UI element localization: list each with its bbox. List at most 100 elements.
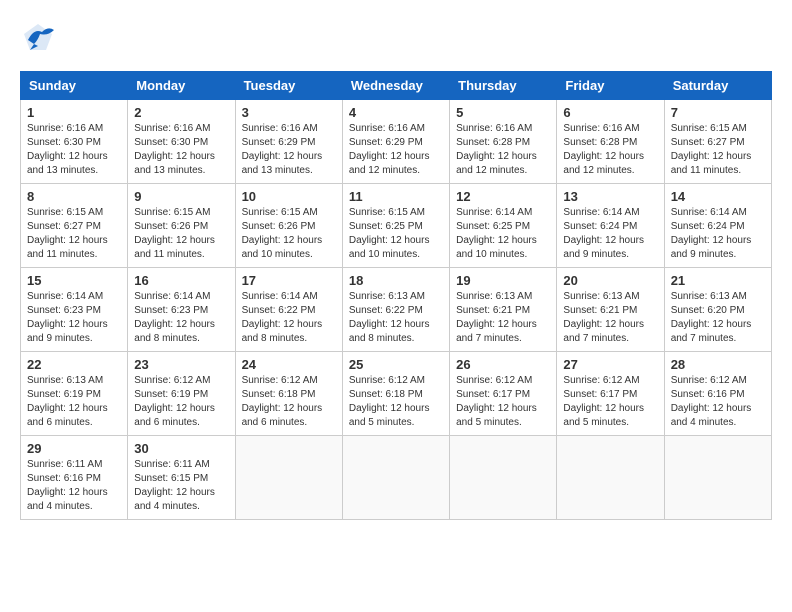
day-info: Sunrise: 6:12 AM Sunset: 6:19 PM Dayligh… [134, 374, 228, 430]
daylight-label: Daylight: 12 hours and 13 minutes. [134, 151, 215, 176]
day-cell-1: 1 Sunrise: 6:16 AM Sunset: 6:30 PM Dayli… [21, 100, 128, 184]
sunrise-label: Sunrise: 6:13 AM [456, 291, 532, 302]
sunrise-label: Sunrise: 6:11 AM [27, 459, 102, 470]
sunset-label: Sunset: 6:19 PM [27, 389, 101, 400]
day-info: Sunrise: 6:11 AM Sunset: 6:15 PM Dayligh… [134, 458, 228, 514]
day-number: 28 [671, 357, 765, 372]
empty-cell [235, 436, 342, 520]
calendar-week-3: 15 Sunrise: 6:14 AM Sunset: 6:23 PM Dayl… [21, 268, 772, 352]
day-number: 14 [671, 189, 765, 204]
daylight-label: Daylight: 12 hours and 12 minutes. [456, 151, 537, 176]
header-saturday: Saturday [664, 72, 771, 100]
day-info: Sunrise: 6:12 AM Sunset: 6:17 PM Dayligh… [456, 374, 550, 430]
sunset-label: Sunset: 6:17 PM [563, 389, 637, 400]
day-info: Sunrise: 6:15 AM Sunset: 6:26 PM Dayligh… [134, 206, 228, 262]
day-info: Sunrise: 6:13 AM Sunset: 6:20 PM Dayligh… [671, 290, 765, 346]
day-info: Sunrise: 6:15 AM Sunset: 6:27 PM Dayligh… [671, 122, 765, 178]
sunrise-label: Sunrise: 6:16 AM [456, 123, 532, 134]
day-info: Sunrise: 6:12 AM Sunset: 6:18 PM Dayligh… [349, 374, 443, 430]
day-info: Sunrise: 6:14 AM Sunset: 6:24 PM Dayligh… [563, 206, 657, 262]
daylight-label: Daylight: 12 hours and 11 minutes. [134, 235, 215, 260]
day-number: 29 [27, 441, 121, 456]
day-info: Sunrise: 6:12 AM Sunset: 6:17 PM Dayligh… [563, 374, 657, 430]
day-info: Sunrise: 6:16 AM Sunset: 6:28 PM Dayligh… [456, 122, 550, 178]
sunrise-label: Sunrise: 6:12 AM [134, 375, 210, 386]
daylight-label: Daylight: 12 hours and 4 minutes. [27, 487, 108, 512]
day-info: Sunrise: 6:16 AM Sunset: 6:28 PM Dayligh… [563, 122, 657, 178]
day-cell-22: 22 Sunrise: 6:13 AM Sunset: 6:19 PM Dayl… [21, 352, 128, 436]
day-cell-14: 14 Sunrise: 6:14 AM Sunset: 6:24 PM Dayl… [664, 184, 771, 268]
sunset-label: Sunset: 6:18 PM [242, 389, 316, 400]
daylight-label: Daylight: 12 hours and 9 minutes. [671, 235, 752, 260]
day-number: 22 [27, 357, 121, 372]
day-number: 11 [349, 189, 443, 204]
day-cell-3: 3 Sunrise: 6:16 AM Sunset: 6:29 PM Dayli… [235, 100, 342, 184]
day-number: 9 [134, 189, 228, 204]
day-number: 30 [134, 441, 228, 456]
daylight-label: Daylight: 12 hours and 10 minutes. [242, 235, 323, 260]
daylight-label: Daylight: 12 hours and 7 minutes. [456, 319, 537, 344]
calendar-header-row: SundayMondayTuesdayWednesdayThursdayFrid… [21, 72, 772, 100]
day-number: 4 [349, 105, 443, 120]
sunset-label: Sunset: 6:30 PM [27, 137, 101, 148]
daylight-label: Daylight: 12 hours and 12 minutes. [349, 151, 430, 176]
day-cell-15: 15 Sunrise: 6:14 AM Sunset: 6:23 PM Dayl… [21, 268, 128, 352]
sunrise-label: Sunrise: 6:13 AM [671, 291, 747, 302]
day-number: 13 [563, 189, 657, 204]
daylight-label: Daylight: 12 hours and 6 minutes. [27, 403, 108, 428]
day-info: Sunrise: 6:14 AM Sunset: 6:25 PM Dayligh… [456, 206, 550, 262]
sunrise-label: Sunrise: 6:15 AM [242, 207, 318, 218]
sunrise-label: Sunrise: 6:14 AM [456, 207, 532, 218]
sunrise-label: Sunrise: 6:16 AM [349, 123, 425, 134]
day-number: 18 [349, 273, 443, 288]
day-cell-10: 10 Sunrise: 6:15 AM Sunset: 6:26 PM Dayl… [235, 184, 342, 268]
daylight-label: Daylight: 12 hours and 10 minutes. [456, 235, 537, 260]
day-info: Sunrise: 6:13 AM Sunset: 6:21 PM Dayligh… [563, 290, 657, 346]
sunset-label: Sunset: 6:27 PM [671, 137, 745, 148]
day-info: Sunrise: 6:13 AM Sunset: 6:19 PM Dayligh… [27, 374, 121, 430]
day-number: 19 [456, 273, 550, 288]
day-info: Sunrise: 6:12 AM Sunset: 6:16 PM Dayligh… [671, 374, 765, 430]
empty-cell [557, 436, 664, 520]
sunrise-label: Sunrise: 6:12 AM [349, 375, 425, 386]
sunset-label: Sunset: 6:21 PM [456, 305, 530, 316]
daylight-label: Daylight: 12 hours and 5 minutes. [563, 403, 644, 428]
day-cell-7: 7 Sunrise: 6:15 AM Sunset: 6:27 PM Dayli… [664, 100, 771, 184]
sunset-label: Sunset: 6:15 PM [134, 473, 208, 484]
day-cell-17: 17 Sunrise: 6:14 AM Sunset: 6:22 PM Dayl… [235, 268, 342, 352]
header-sunday: Sunday [21, 72, 128, 100]
day-info: Sunrise: 6:14 AM Sunset: 6:23 PM Dayligh… [27, 290, 121, 346]
sunset-label: Sunset: 6:24 PM [563, 221, 637, 232]
day-info: Sunrise: 6:15 AM Sunset: 6:26 PM Dayligh… [242, 206, 336, 262]
sunset-label: Sunset: 6:17 PM [456, 389, 530, 400]
day-info: Sunrise: 6:14 AM Sunset: 6:24 PM Dayligh… [671, 206, 765, 262]
day-number: 10 [242, 189, 336, 204]
sunset-label: Sunset: 6:26 PM [134, 221, 208, 232]
daylight-label: Daylight: 12 hours and 7 minutes. [671, 319, 752, 344]
daylight-label: Daylight: 12 hours and 8 minutes. [134, 319, 215, 344]
day-cell-8: 8 Sunrise: 6:15 AM Sunset: 6:27 PM Dayli… [21, 184, 128, 268]
sunset-label: Sunset: 6:26 PM [242, 221, 316, 232]
calendar-week-2: 8 Sunrise: 6:15 AM Sunset: 6:27 PM Dayli… [21, 184, 772, 268]
day-cell-2: 2 Sunrise: 6:16 AM Sunset: 6:30 PM Dayli… [128, 100, 235, 184]
day-number: 12 [456, 189, 550, 204]
sunset-label: Sunset: 6:20 PM [671, 305, 745, 316]
empty-cell [342, 436, 449, 520]
day-info: Sunrise: 6:13 AM Sunset: 6:22 PM Dayligh… [349, 290, 443, 346]
daylight-label: Daylight: 12 hours and 4 minutes. [671, 403, 752, 428]
sunrise-label: Sunrise: 6:16 AM [242, 123, 318, 134]
header-thursday: Thursday [450, 72, 557, 100]
day-info: Sunrise: 6:15 AM Sunset: 6:27 PM Dayligh… [27, 206, 121, 262]
sunrise-label: Sunrise: 6:15 AM [134, 207, 210, 218]
sunset-label: Sunset: 6:29 PM [242, 137, 316, 148]
sunrise-label: Sunrise: 6:12 AM [671, 375, 747, 386]
day-cell-9: 9 Sunrise: 6:15 AM Sunset: 6:26 PM Dayli… [128, 184, 235, 268]
day-info: Sunrise: 6:11 AM Sunset: 6:16 PM Dayligh… [27, 458, 121, 514]
daylight-label: Daylight: 12 hours and 13 minutes. [27, 151, 108, 176]
daylight-label: Daylight: 12 hours and 8 minutes. [242, 319, 323, 344]
sunset-label: Sunset: 6:27 PM [27, 221, 101, 232]
logo [20, 20, 58, 61]
sunset-label: Sunset: 6:18 PM [349, 389, 423, 400]
daylight-label: Daylight: 12 hours and 8 minutes. [349, 319, 430, 344]
day-cell-30: 30 Sunrise: 6:11 AM Sunset: 6:15 PM Dayl… [128, 436, 235, 520]
